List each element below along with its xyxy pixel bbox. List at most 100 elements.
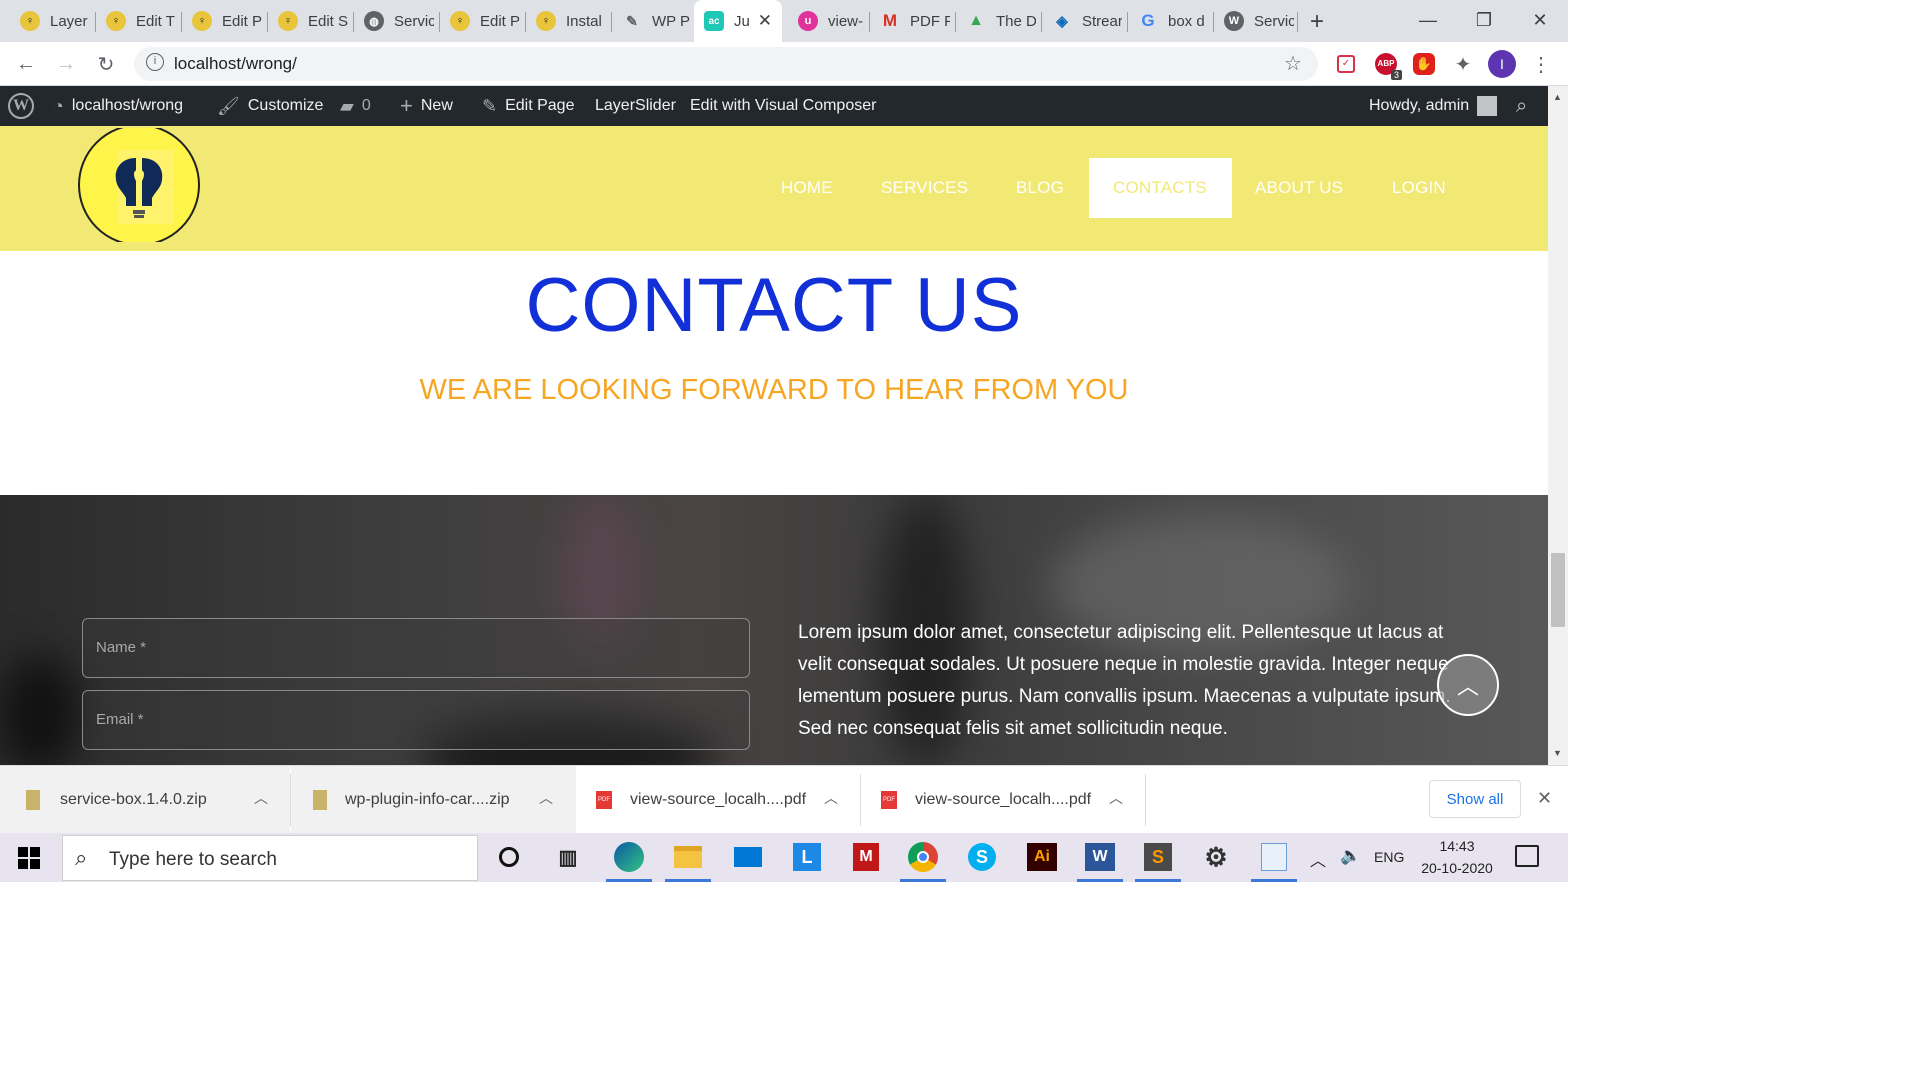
page-scrollbar[interactable]: ▲ ▼ <box>1548 86 1568 765</box>
volume-icon[interactable]: 🔈 <box>1340 846 1361 866</box>
nav-home[interactable]: HOME <box>781 158 833 218</box>
browser-tab[interactable]: ♀ Edit S <box>264 6 348 36</box>
language-indicator[interactable]: ENG <box>1374 849 1404 865</box>
chevron-up-icon[interactable]: ︿ <box>1310 847 1326 871</box>
bookmark-star-icon[interactable]: ☆ <box>1284 51 1302 76</box>
forward-icon[interactable]: → <box>50 48 82 80</box>
close-window-icon[interactable]: ✕ <box>1512 0 1568 40</box>
nav-contacts[interactable]: CONTACTS <box>1089 158 1232 218</box>
plus-icon: + <box>400 93 413 118</box>
download-shelf: service-box.1.4.0.zip ︿ wp-plugin-info-c… <box>0 765 1568 834</box>
nav-login[interactable]: LOGIN <box>1392 158 1446 218</box>
wordpress-logo-icon[interactable]: W <box>8 86 34 126</box>
howdy-admin-link[interactable]: Howdy, admin <box>1369 86 1498 126</box>
ac-icon: ac <box>704 11 724 31</box>
browser-tab[interactable]: W Servic <box>1210 6 1294 36</box>
profile-avatar[interactable]: I <box>1488 50 1516 78</box>
visual-composer-link[interactable]: Edit with Visual Composer <box>690 86 876 126</box>
scroll-to-top-button[interactable]: ︿ <box>1437 654 1499 716</box>
browser-tab-active[interactable]: ac Ju ✕ <box>694 0 782 42</box>
browser-tab[interactable]: ◈ Strear <box>1038 6 1122 36</box>
layerslider-link[interactable]: LayerSlider <box>595 86 676 126</box>
minimize-icon[interactable]: — <box>1400 0 1456 40</box>
scrollbar-thumb[interactable] <box>1551 553 1565 627</box>
bulb-icon: ♀ <box>536 11 556 31</box>
new-content-link[interactable]: + New <box>400 86 453 126</box>
chrome-icon[interactable] <box>905 839 941 875</box>
back-icon[interactable]: ← <box>10 48 42 80</box>
bulb-icon: ♀ <box>278 11 298 31</box>
file-explorer-icon[interactable] <box>670 839 706 875</box>
task-view-icon[interactable]: ▥ <box>550 839 586 875</box>
extensions-puzzle-icon[interactable]: ✦ <box>1449 50 1477 78</box>
download-item[interactable]: PDF view-source_localh....pdf ︿ <box>596 766 858 834</box>
nav-services[interactable]: SERVICES <box>881 158 968 218</box>
contact-description: Lorem ipsum dolor amet, consectetur adip… <box>798 622 1451 739</box>
browser-tab[interactable]: ♀ Edit P <box>178 6 262 36</box>
adblock-plus-icon[interactable]: ABP 3 <box>1372 50 1402 80</box>
wordpress-icon: W <box>1224 11 1244 31</box>
download-item[interactable]: service-box.1.4.0.zip ︿ <box>0 766 290 834</box>
chevron-up-icon[interactable]: ︿ <box>824 788 838 808</box>
browser-tab[interactable]: ♀ Edit P <box>436 6 520 36</box>
settings-gear-icon[interactable]: ⚙ <box>1198 839 1234 875</box>
new-tab-icon[interactable]: + <box>1310 8 1324 36</box>
restore-icon[interactable]: ❐ <box>1456 0 1512 40</box>
browser-tab[interactable]: ▲ The D <box>952 6 1036 36</box>
mcafee-icon[interactable]: M <box>848 839 884 875</box>
mail-icon[interactable] <box>730 839 766 875</box>
edit-page-link[interactable]: ✎ Edit Page <box>482 86 574 126</box>
browser-tab[interactable]: ◍ Servic <box>350 6 434 36</box>
browser-tab[interactable]: M PDF F <box>866 6 950 36</box>
skype-icon[interactable]: S <box>964 839 1000 875</box>
edge-icon[interactable] <box>611 839 647 875</box>
close-shelf-icon[interactable]: ✕ <box>1537 788 1552 809</box>
browser-tab[interactable]: ♀ Edit T <box>92 6 176 36</box>
chevron-up-icon[interactable]: ︿ <box>539 788 553 808</box>
show-all-downloads-button[interactable]: Show all <box>1429 780 1521 818</box>
illustrator-icon[interactable]: Ai <box>1024 839 1060 875</box>
download-separator <box>1145 774 1146 826</box>
info-icon[interactable]: i <box>146 53 164 71</box>
download-item[interactable]: wp-plugin-info-car....zip ︿ <box>291 766 576 834</box>
clock-date[interactable]: 20-10-2020 <box>1414 860 1500 876</box>
clock-time[interactable]: 14:43 <box>1420 838 1494 854</box>
notepad-icon[interactable] <box>1256 839 1292 875</box>
l-app-icon[interactable]: L <box>789 839 825 875</box>
comments-link[interactable]: ▰ 0 <box>340 86 371 126</box>
email-field[interactable]: Email * <box>82 690 750 750</box>
customize-link[interactable]: 🖌 Customize <box>217 86 323 126</box>
google-icon: G <box>1141 11 1155 30</box>
active-app-indicator <box>1077 879 1123 882</box>
active-app-indicator <box>1135 879 1181 882</box>
nav-blog[interactable]: BLOG <box>1016 158 1064 218</box>
pocket-icon[interactable]: ✓ <box>1332 50 1360 78</box>
browser-tab[interactable]: ♀ Layer <box>6 6 90 36</box>
download-item[interactable]: PDF view-source_localh....pdf ︿ <box>881 766 1143 834</box>
zip-file-icon <box>26 790 40 810</box>
reload-icon[interactable]: ↻ <box>90 48 122 80</box>
chevron-up-icon[interactable]: ︿ <box>254 788 268 808</box>
site-logo[interactable] <box>78 124 200 246</box>
scroll-up-arrow-icon[interactable]: ▲ <box>1553 92 1562 102</box>
word-icon[interactable]: W <box>1082 839 1118 875</box>
browser-tab[interactable]: Gbox d <box>1124 6 1208 36</box>
name-field[interactable]: Name * <box>82 618 750 678</box>
taskbar-search-box[interactable]: ⌕ Type here to search <box>62 835 478 881</box>
adblock-icon[interactable]: ✋ <box>1410 50 1438 78</box>
close-tab-icon[interactable]: ✕ <box>758 11 772 31</box>
notification-icon[interactable] <box>1515 845 1539 867</box>
chrome-menu-icon[interactable]: ⋮ <box>1527 50 1555 78</box>
sublime-text-icon[interactable]: S <box>1140 839 1176 875</box>
chevron-up-icon[interactable]: ︿ <box>1109 788 1123 808</box>
search-icon[interactable]: ⌕ <box>1516 86 1527 126</box>
address-bar[interactable]: i localhost/wrong/ ☆ <box>134 47 1318 81</box>
cortana-icon[interactable] <box>491 839 527 875</box>
site-name-link[interactable]: ◔ localhost/wrong <box>53 86 183 126</box>
browser-tab[interactable]: ♀ Instal <box>522 6 606 36</box>
nav-about-us[interactable]: ABOUT US <box>1255 158 1343 218</box>
browser-tab[interactable]: u view- <box>784 6 868 36</box>
windows-start-icon[interactable] <box>18 847 40 869</box>
browser-tab[interactable]: ✎ WP P <box>608 6 692 36</box>
scroll-down-arrow-icon[interactable]: ▼ <box>1553 748 1562 758</box>
